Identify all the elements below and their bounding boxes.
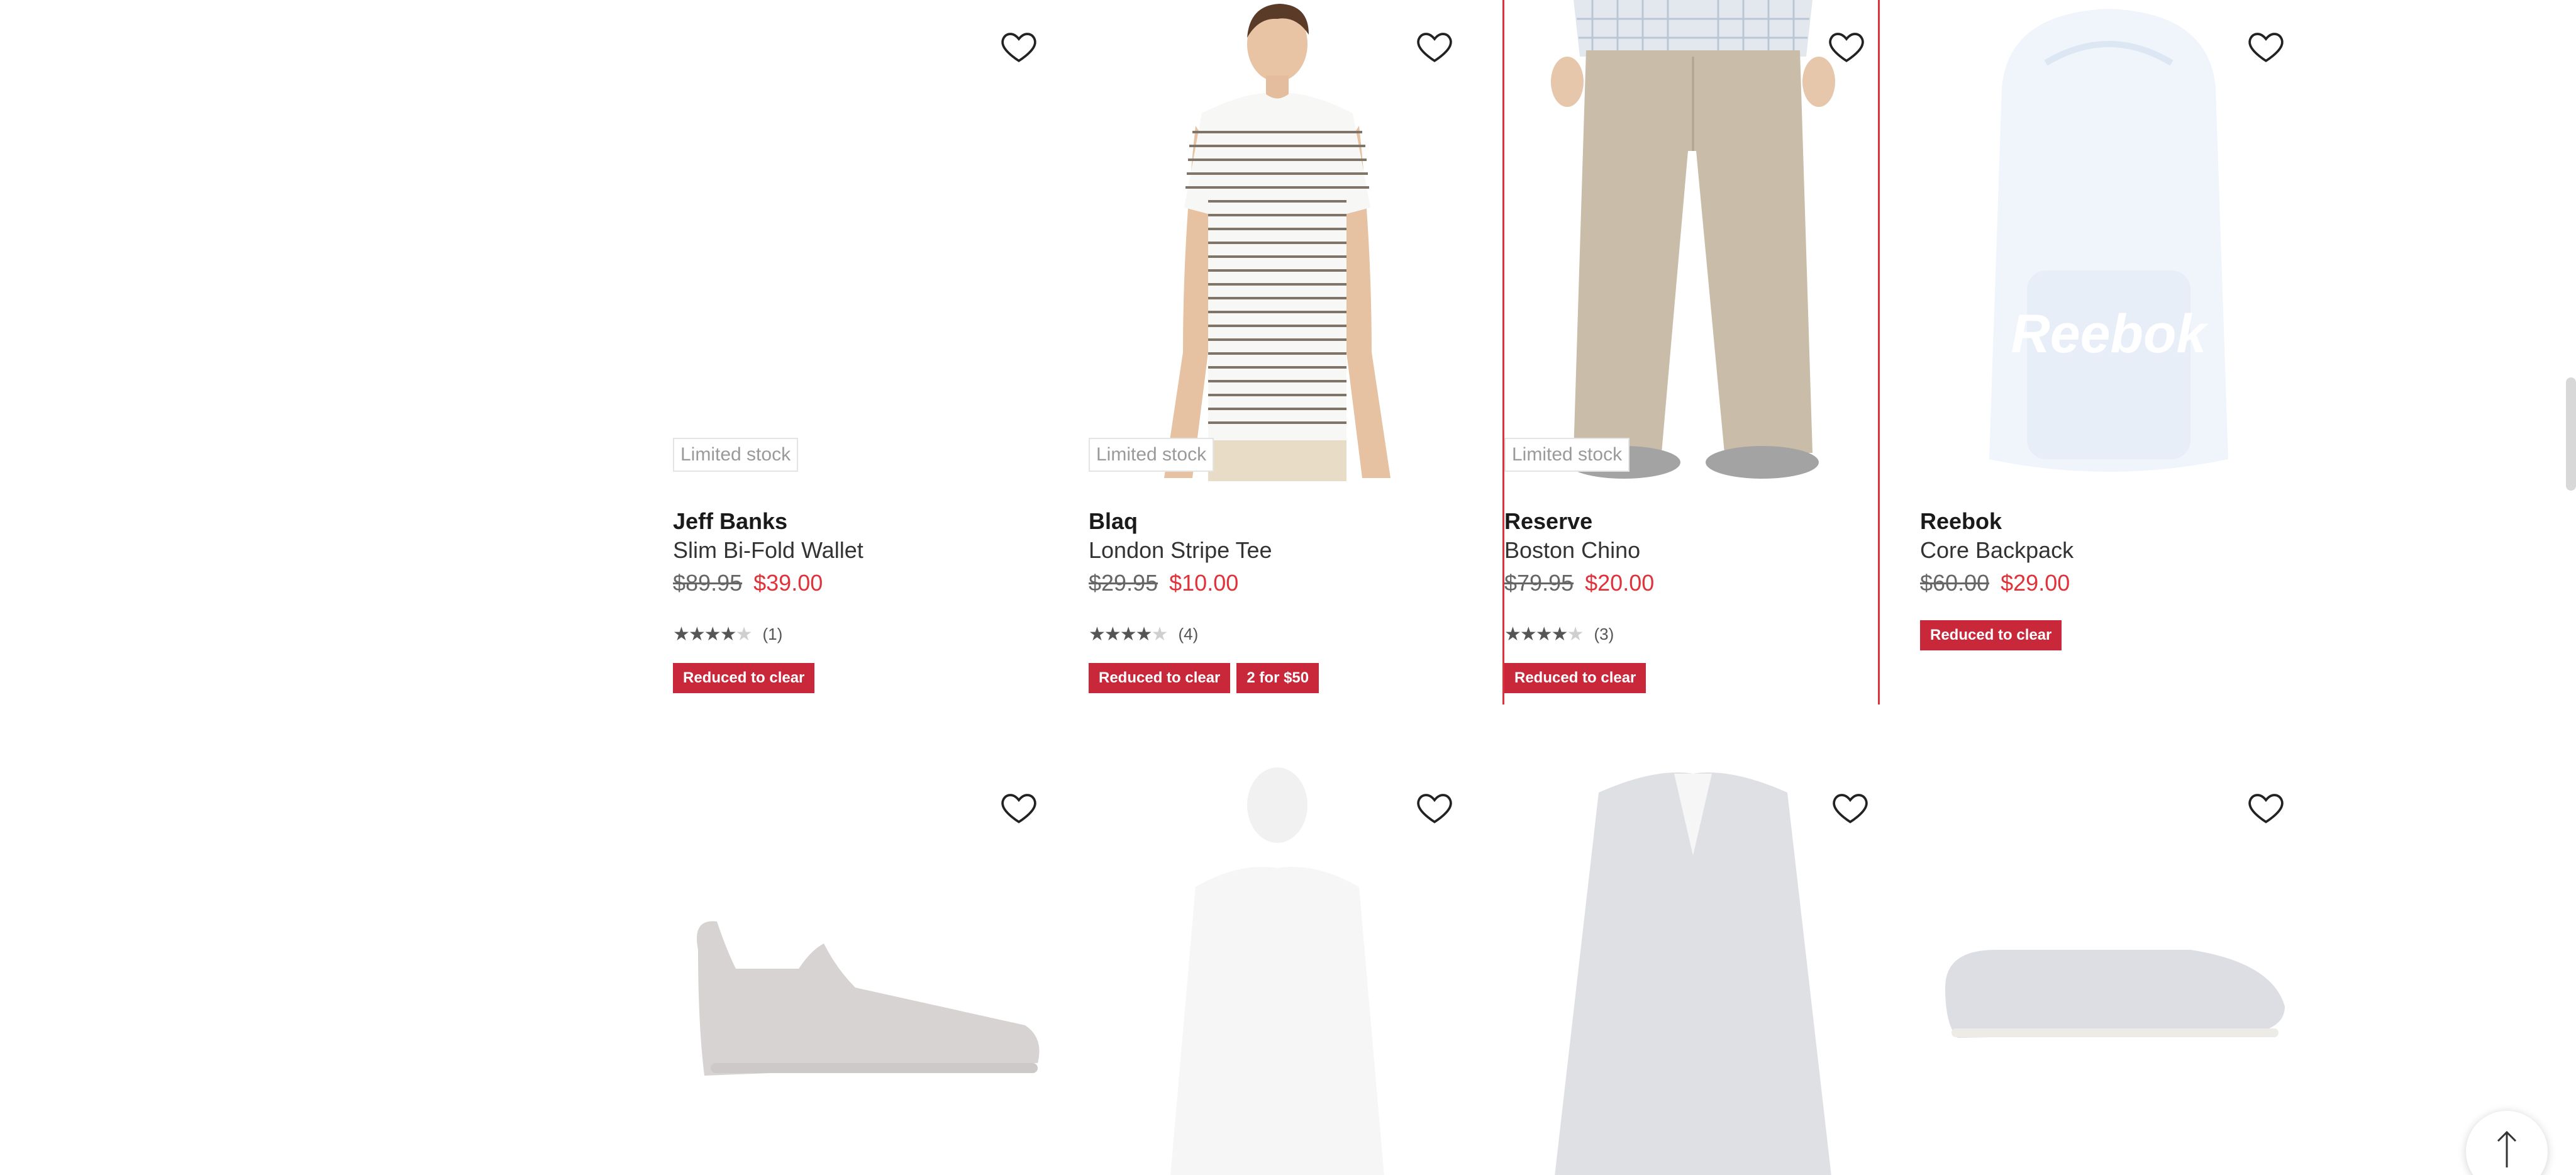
product-prices: $60.00 $29.00 xyxy=(1920,570,2070,596)
reduced-to-clear-badge: Reduced to clear xyxy=(673,663,815,693)
product-image[interactable] xyxy=(1504,761,1882,1175)
product-prices: $89.95 $39.00 xyxy=(673,570,823,596)
was-price: $79.95 xyxy=(1504,570,1574,596)
wishlist-heart-icon[interactable] xyxy=(1414,26,1455,67)
backpack-image: Reebok xyxy=(1989,9,2228,472)
product-brand[interactable]: Reserve xyxy=(1504,508,1592,535)
reebok-logo-text: Reebok xyxy=(2011,304,2209,364)
product-name[interactable]: London Stripe Tee xyxy=(1089,537,1272,564)
was-price: $89.95 xyxy=(673,570,743,596)
tshirt-model-image xyxy=(1164,4,1391,481)
badge-list: Reduced to clear 2 for $50 xyxy=(1089,663,1319,693)
review-count: (1) xyxy=(762,624,783,643)
badge-list: Reduced to clear xyxy=(1504,663,1646,693)
product-image[interactable] xyxy=(1920,761,2297,1175)
was-price: $60.00 xyxy=(1920,570,1990,596)
wishlist-heart-icon[interactable] xyxy=(999,26,1039,67)
product-image[interactable]: Reebok xyxy=(1920,0,2297,481)
product-name[interactable]: Core Backpack xyxy=(1920,537,2074,564)
product-card[interactable] xyxy=(673,761,1050,1175)
badge-list: Reduced to clear xyxy=(1920,620,2062,650)
product-prices: $79.95 $20.00 xyxy=(1504,570,1654,596)
wishlist-heart-icon[interactable] xyxy=(2246,26,2286,67)
loafer-image xyxy=(1945,950,2285,1038)
boot-image xyxy=(697,921,1040,1076)
limited-stock-tag: Limited stock xyxy=(1504,438,1630,472)
star-rating-icon: ★★★★★ xyxy=(1089,623,1168,645)
product-image[interactable] xyxy=(1504,0,1882,481)
arrow-up-icon xyxy=(2497,1130,2517,1167)
reduced-to-clear-badge: Reduced to clear xyxy=(1089,663,1231,693)
page-scrollbar[interactable] xyxy=(2566,377,2576,491)
sale-price: $20.00 xyxy=(1585,570,1655,596)
product-prices: $29.95 $10.00 xyxy=(1089,570,1238,596)
wishlist-heart-icon[interactable] xyxy=(1826,26,1867,67)
review-count: (4) xyxy=(1178,624,1199,643)
product-image[interactable] xyxy=(673,0,1050,481)
product-card[interactable]: Limited stock Jeff Banks Slim Bi-Fold Wa… xyxy=(673,0,1050,704)
rating: ★★★★★ (4) xyxy=(1089,623,1198,645)
reduced-to-clear-badge: Reduced to clear xyxy=(1504,663,1646,693)
rating: ★★★★★ (1) xyxy=(673,623,782,645)
limited-stock-tag: Limited stock xyxy=(1089,438,1214,472)
sale-price: $29.00 xyxy=(2001,570,2070,596)
product-brand[interactable]: Reebok xyxy=(1920,508,2002,535)
star-rating-icon: ★★★★★ xyxy=(673,623,752,645)
multibuy-badge: 2 for $50 xyxy=(1236,663,1319,693)
was-price: $29.95 xyxy=(1089,570,1158,596)
product-name[interactable]: Boston Chino xyxy=(1504,537,1640,564)
wishlist-heart-icon[interactable] xyxy=(1830,788,1870,828)
product-image[interactable] xyxy=(673,761,1050,1175)
product-name[interactable]: Slim Bi-Fold Wallet xyxy=(673,537,863,564)
blazer-model-image xyxy=(1555,772,1831,1175)
product-image[interactable] xyxy=(1089,761,1466,1175)
product-card[interactable]: Reebok Reebok Core Backpack $60.00 $29.0… xyxy=(1920,0,2297,704)
limited-stock-tag: Limited stock xyxy=(673,438,799,472)
rating: ★★★★★ (3) xyxy=(1504,623,1614,645)
star-rating-icon: ★★★★★ xyxy=(1504,623,1584,645)
product-brand[interactable]: Jeff Banks xyxy=(673,508,787,535)
product-card[interactable]: Limited stock Blaq London Stripe Tee $29… xyxy=(1089,0,1466,704)
product-brand[interactable]: Blaq xyxy=(1089,508,1138,535)
reduced-to-clear-badge: Reduced to clear xyxy=(1920,620,2062,650)
product-card[interactable]: Limited stock Reserve Boston Chino $79.9… xyxy=(1502,0,1880,704)
wishlist-heart-icon[interactable] xyxy=(999,788,1039,828)
product-card[interactable] xyxy=(1504,761,1882,1175)
knit-model-image xyxy=(1170,767,1384,1175)
wishlist-heart-icon[interactable] xyxy=(2246,788,2286,828)
badge-list: Reduced to clear xyxy=(673,663,815,693)
chino-model-image xyxy=(1551,0,1835,479)
product-card[interactable] xyxy=(1920,761,2297,1175)
sale-price: $39.00 xyxy=(753,570,823,596)
review-count: (3) xyxy=(1594,624,1614,643)
wishlist-heart-icon[interactable] xyxy=(1414,788,1455,828)
back-to-top-button[interactable] xyxy=(2466,1111,2548,1175)
product-image[interactable] xyxy=(1089,0,1466,481)
product-card[interactable] xyxy=(1089,761,1466,1175)
sale-price: $10.00 xyxy=(1169,570,1239,596)
